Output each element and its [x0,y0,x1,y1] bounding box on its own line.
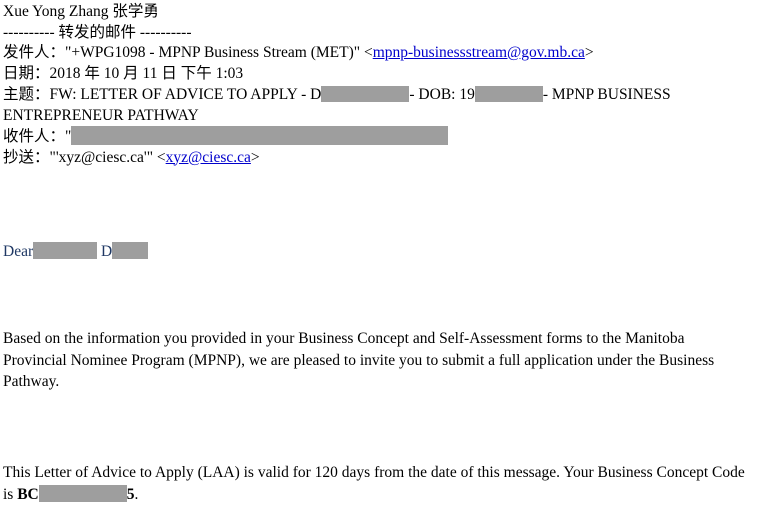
subject-part-3: - MPNP [542,86,594,103]
cc-line: 抄送："'xyz@ciesc.ca'" <xyz@ciesc.ca> [3,148,761,169]
business-concept-code-suffix: 5 [126,485,135,503]
redaction-greeting-name [33,242,98,259]
date-label: 日期： [3,64,50,82]
date-value: 2018 年 10 月 11 日 下午 1:03 [49,64,244,82]
cc-value-prefix: "'xyz@ciesc.ca'" < [49,148,166,166]
subject-line: 主题：FW: LETTER OF ADVICE TO APPLY - D - DO… [3,84,761,126]
from-label: 发件人： [3,44,66,61]
body-paragraph-1: Based on the information you provided in… [3,330,715,390]
cc-value-suffix: > [250,148,260,166]
redaction-to-recipient [71,126,449,145]
subject-part-2: - DOB: 19 [409,86,475,103]
sender-display-name: Xue Yong Zhang 张学勇 [3,3,159,20]
email-page: Xue Yong Zhang 张学勇 ---------- 转发的邮件 ----… [0,0,764,513]
redaction-subject-name [321,86,410,102]
forwarded-message-separator: ---------- 转发的邮件 ---------- [3,24,192,41]
paragraph-2-period: . [134,485,139,503]
body-paragraph-2: This Letter of Advice to Apply (LAA) is … [3,462,751,505]
greeting-name-initial: D [101,243,113,260]
redaction-subject-dob [474,86,543,102]
to-label: 收件人： [3,128,66,145]
date-line: 日期：2018 年 10 月 11 日 下午 1:03 [3,64,761,85]
subject-label: 主题： [3,86,50,103]
redaction-greeting-surname [112,242,149,259]
from-email-link[interactable]: mpnp-businessstream@gov.mb.ca [373,44,585,61]
business-concept-code-prefix: BC [17,485,39,503]
greeting-line: Dear D [3,241,149,262]
from-value-suffix: > [584,44,594,61]
to-line: 收件人：" [3,126,761,148]
cc-label: 抄送： [3,148,50,166]
from-value: "+WPG1098 - MPNP Business Stream (MET)" … [65,44,373,61]
email-header-block: Xue Yong Zhang 张学勇 ---------- 转发的邮件 ----… [3,1,761,168]
redaction-business-concept-code [38,484,127,502]
greeting-salutation: Dear [3,243,34,260]
subject-part-1: FW: LETTER OF ADVICE TO APPLY - D [49,86,322,103]
from-line: 发件人："+WPG1098 - MPNP Business Stream (ME… [3,43,761,64]
cc-email-link[interactable]: xyz@ciesc.ca [166,149,251,166]
